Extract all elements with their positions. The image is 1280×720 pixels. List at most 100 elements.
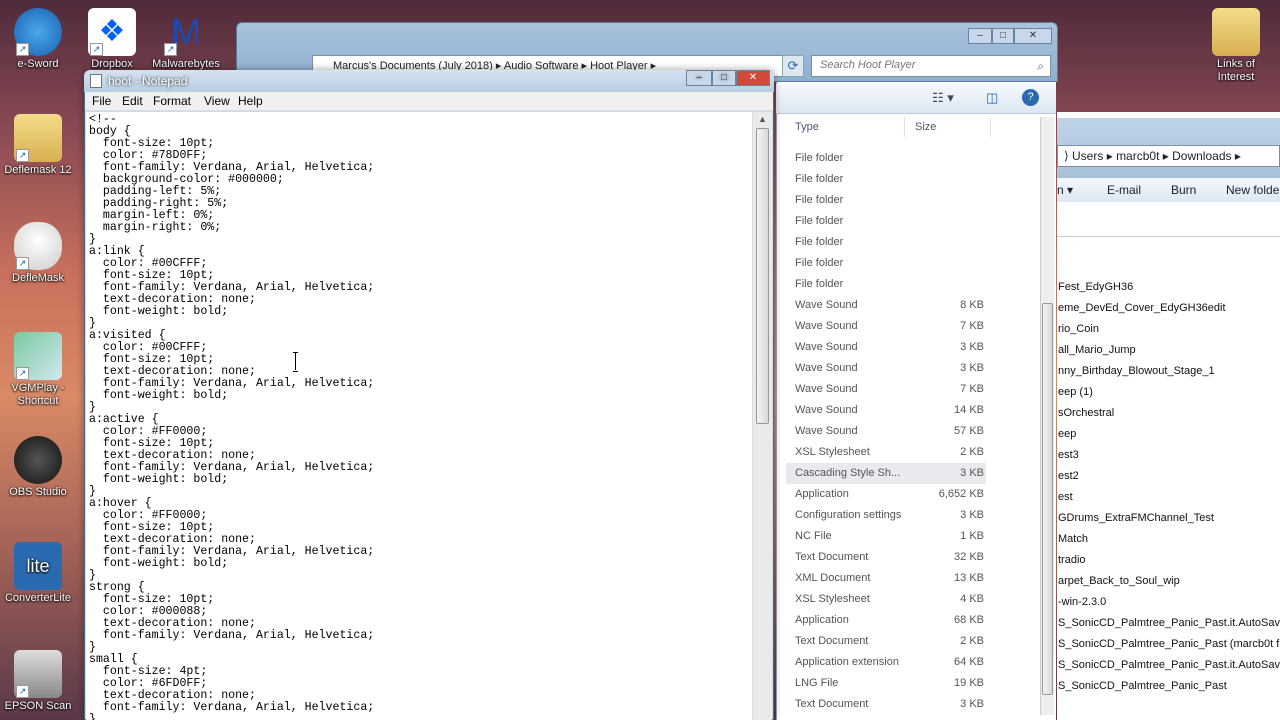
download-item[interactable]: S_SonicCD_Palmtree_Panic_Past.it.AutoSav…	[1058, 659, 1280, 671]
download-item[interactable]: S_SonicCD_Palmtree_Panic_Past	[1058, 680, 1227, 692]
file-row[interactable]: File folder	[786, 190, 986, 211]
file-row[interactable]: File folder	[786, 253, 986, 274]
file-type: LNG File	[795, 677, 839, 689]
file-row[interactable]: Text Document 32 KB	[786, 547, 986, 568]
download-item[interactable]: Fest_EdyGH36	[1058, 281, 1133, 293]
file-row[interactable]: Application 68 KB	[786, 610, 986, 631]
text-editor[interactable]: <!-- body { font-size: 10pt; color: #78D…	[86, 112, 752, 720]
file-row[interactable]: Wave Sound 8 KB	[786, 295, 986, 316]
download-item[interactable]: tradio	[1058, 554, 1086, 566]
obs-icon	[14, 436, 62, 484]
maximize-button[interactable]: □	[712, 70, 736, 86]
view-options-icon[interactable]: ☷ ▾	[932, 90, 954, 106]
file-row[interactable]: XSL Stylesheet 4 KB	[786, 589, 986, 610]
editor-scrollbar[interactable]: ▲	[752, 112, 772, 720]
desktop-icon-deflemask12[interactable]: ↗ Deflemask 12	[0, 114, 76, 177]
scrollbar-thumb[interactable]	[756, 128, 769, 424]
download-item[interactable]: est	[1058, 491, 1073, 503]
menu-edit[interactable]: Edit	[122, 94, 143, 108]
menu-format[interactable]: Format	[153, 94, 191, 108]
notepad-titlebar[interactable]: hoot - Notepad – □ ✕	[84, 70, 774, 92]
download-item[interactable]: S_SonicCD_Palmtree_Panic_Past.it.AutoSav…	[1058, 617, 1280, 629]
breadcrumb-0[interactable]: Users	[1072, 149, 1103, 163]
file-row[interactable]: LNG File 19 KB	[786, 673, 986, 694]
minimize-button[interactable]: –	[968, 28, 992, 44]
file-row[interactable]: Application extension 64 KB	[786, 652, 986, 673]
file-list-scrollbar[interactable]	[1040, 117, 1054, 715]
menu-help[interactable]: Help	[238, 94, 263, 108]
burn-button[interactable]: Burn	[1171, 183, 1196, 197]
refresh-icon[interactable]: ⟳	[782, 55, 804, 77]
download-item[interactable]: arpet_Back_to_Soul_wip	[1058, 575, 1180, 587]
file-row[interactable]: Cascading Style Sh... 3 KB	[786, 463, 986, 484]
search-input[interactable]: Search Hoot Player ⌕	[811, 55, 1051, 77]
file-type: Wave Sound	[795, 341, 858, 353]
preview-pane-icon[interactable]: ◫	[986, 90, 998, 106]
file-row[interactable]: File folder	[786, 274, 986, 295]
desktop-icon-deflemask[interactable]: ↗ DefleMask	[0, 222, 76, 285]
menu-file[interactable]: File	[92, 94, 111, 108]
download-item[interactable]: all_Mario_Jump	[1058, 344, 1136, 356]
desktop-icon-converterlite[interactable]: lite ConverterLite	[0, 542, 76, 605]
file-row[interactable]: Wave Sound 57 KB	[786, 421, 986, 442]
editor-content[interactable]: <!-- body { font-size: 10pt; color: #78D…	[86, 112, 752, 720]
downloads-address-bar[interactable]: ⟩ Users ▸ marcb0t ▸ Downloads ▸	[1057, 145, 1280, 167]
column-size[interactable]: Size	[915, 121, 936, 133]
download-item[interactable]: S_SonicCD_Palmtree_Panic_Past (marcb0t f…	[1058, 638, 1280, 650]
breadcrumb-1[interactable]: marcb0t	[1116, 149, 1159, 163]
scrollbar-thumb[interactable]	[1042, 303, 1053, 695]
download-item[interactable]: -win-2.3.0	[1058, 596, 1106, 608]
file-row[interactable]: XSL Stylesheet 2 KB	[786, 442, 986, 463]
download-item[interactable]: eep (1)	[1058, 386, 1093, 398]
breadcrumb-2[interactable]: Downloads	[1172, 149, 1231, 163]
scroll-up-icon[interactable]: ▲	[758, 114, 767, 124]
download-item[interactable]: est3	[1058, 449, 1079, 461]
file-row[interactable]: Text Document 3 KB	[786, 694, 986, 715]
desktop-icon-links-of-interest[interactable]: Links of Interest	[1198, 8, 1274, 84]
desktop-icon-vgmplay[interactable]: ↗ VGMPlay - Shortcut	[0, 332, 76, 408]
file-row[interactable]: NC File 1 KB	[786, 526, 986, 547]
download-item[interactable]: eep	[1058, 428, 1076, 440]
desktop-icon-obs[interactable]: OBS Studio	[0, 436, 76, 499]
file-row[interactable]: XML Document 13 KB	[786, 568, 986, 589]
file-row[interactable]: File folder	[786, 211, 986, 232]
file-size: 1 KB	[960, 530, 984, 542]
file-row[interactable]: Application 6,652 KB	[786, 484, 986, 505]
desktop-icon-malwarebytes[interactable]: M ↗ Malwarebytes	[148, 8, 224, 71]
file-row[interactable]: Configuration settings 3 KB	[786, 505, 986, 526]
new-folder-button[interactable]: New folde	[1226, 183, 1279, 197]
download-item[interactable]: nny_Birthday_Blowout_Stage_1	[1058, 365, 1215, 377]
desktop-icon-esword[interactable]: ↗ e-Sword	[0, 8, 76, 71]
close-button[interactable]: ✕	[1014, 28, 1052, 44]
help-icon[interactable]: ?	[1022, 89, 1039, 106]
search-placeholder: Search Hoot Player	[820, 59, 916, 71]
file-type: Text Document	[795, 698, 869, 710]
download-item[interactable]: rio_Coin	[1058, 323, 1099, 335]
minimize-button[interactable]: –	[686, 70, 712, 86]
file-row[interactable]: Wave Sound 7 KB	[786, 379, 986, 400]
menu-view[interactable]: View	[204, 94, 230, 108]
file-row[interactable]: Wave Sound 3 KB	[786, 358, 986, 379]
file-size: 57 KB	[954, 425, 984, 437]
toolbar-dropdown-icon[interactable]: n ▾	[1057, 183, 1073, 197]
file-row[interactable]: Wave Sound 3 KB	[786, 337, 986, 358]
download-item[interactable]: sOrchestral	[1058, 407, 1114, 419]
maximize-button[interactable]: □	[992, 28, 1014, 44]
file-row[interactable]: Text Document 1 KB	[786, 715, 986, 720]
download-item[interactable]: Match	[1058, 533, 1088, 545]
file-row[interactable]: Wave Sound 14 KB	[786, 400, 986, 421]
close-button[interactable]: ✕	[736, 70, 770, 86]
file-row[interactable]: File folder	[786, 169, 986, 190]
file-row[interactable]: File folder	[786, 148, 986, 169]
file-row[interactable]: File folder	[786, 232, 986, 253]
email-button[interactable]: E-mail	[1107, 183, 1141, 197]
download-item[interactable]: eme_DevEd_Cover_EdyGH36edit	[1058, 302, 1226, 314]
desktop-icon-dropbox[interactable]: ❖ ↗ Dropbox	[74, 8, 150, 71]
column-type[interactable]: Type	[795, 121, 819, 133]
download-item[interactable]: est2	[1058, 470, 1079, 482]
file-size: 3 KB	[960, 341, 984, 353]
download-item[interactable]: GDrums_ExtraFMChannel_Test	[1058, 512, 1214, 524]
file-row[interactable]: Text Document 2 KB	[786, 631, 986, 652]
desktop-icon-epson[interactable]: ↗ EPSON Scan	[0, 650, 76, 713]
file-row[interactable]: Wave Sound 7 KB	[786, 316, 986, 337]
